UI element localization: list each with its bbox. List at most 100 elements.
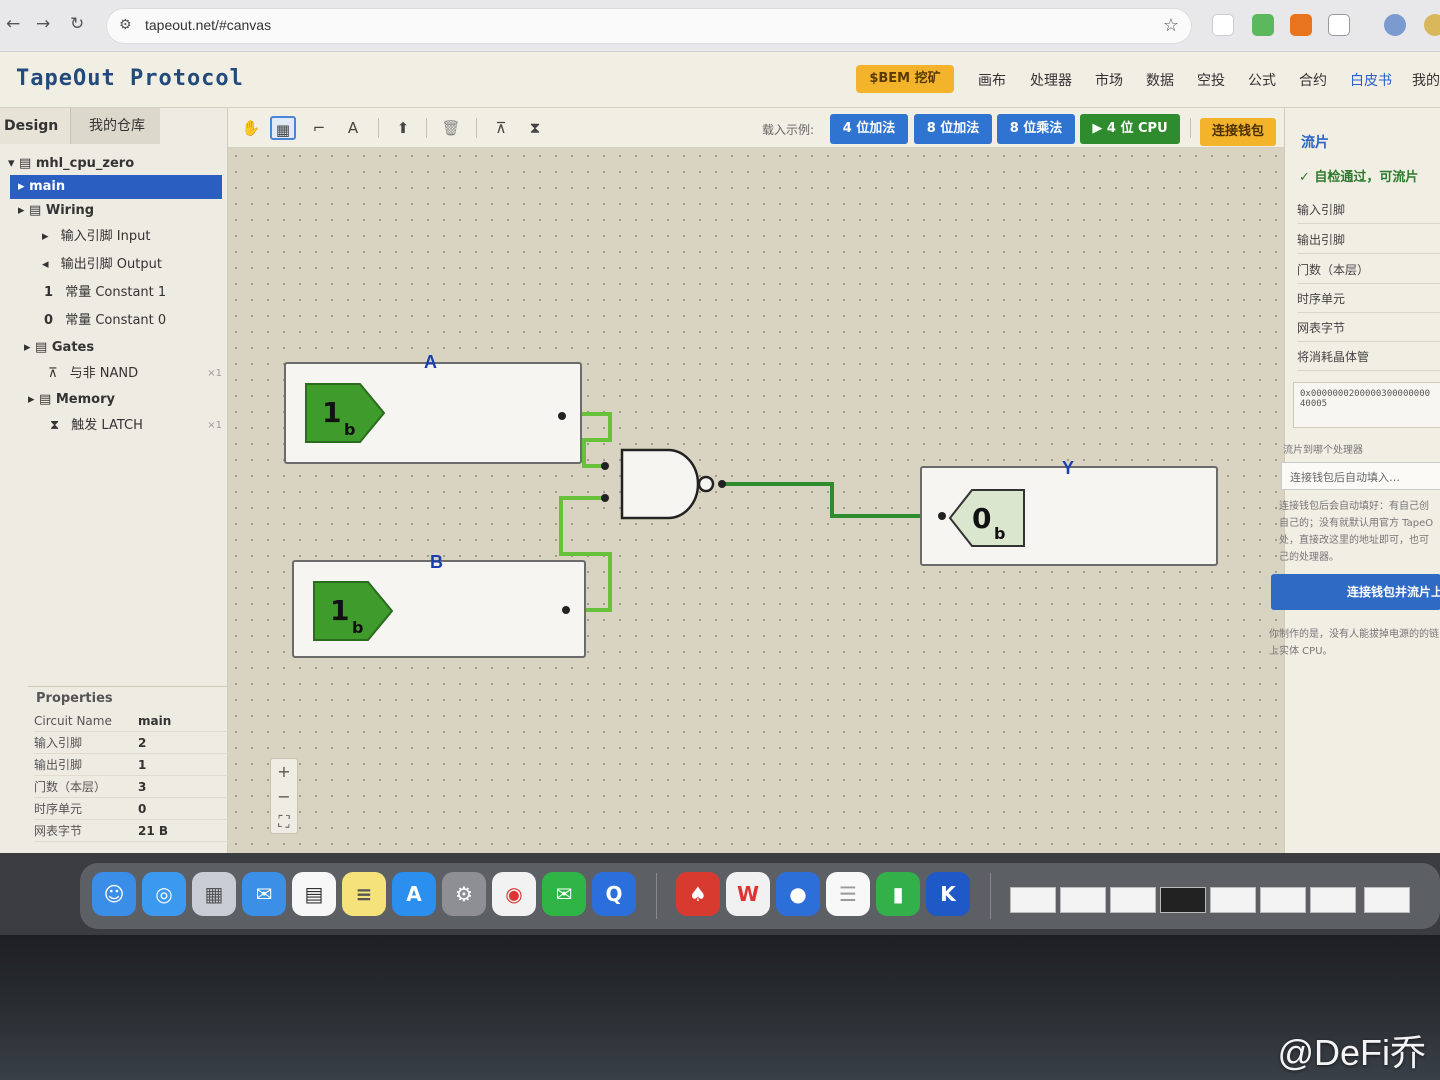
metamask-icon[interactable] — [1290, 14, 1312, 36]
site-settings-icon[interactable]: ⚙ — [119, 17, 132, 33]
qq-browser-icon[interactable]: Q — [592, 872, 636, 916]
nav-mine[interactable]: 我的 — [1412, 70, 1440, 90]
processor-address-input[interactable]: 连接钱包后自动填入… — [1281, 462, 1440, 490]
input-pin-a[interactable]: 1 b — [284, 362, 582, 464]
latch-icon[interactable]: ⧗ — [522, 116, 548, 140]
back-icon[interactable]: ← — [6, 14, 20, 34]
bem-mining-button[interactable]: $BEM 挖矿 — [856, 65, 954, 93]
nand-input-port[interactable] — [601, 494, 609, 502]
dock: ☺ ◎ ▦ ✉ ▤ ≡ A ⚙ ◉ ✉ Q ♠ W ● ☰ ▮ K — [80, 863, 1440, 929]
update-icon[interactable] — [1424, 14, 1440, 36]
nav-processor[interactable]: 处理器 — [1030, 70, 1072, 90]
profile-avatar[interactable] — [1384, 14, 1406, 36]
pin-icon[interactable]: ⬆ — [390, 116, 416, 140]
example-8bit-adder-button[interactable]: 8 位加法 — [914, 114, 992, 144]
window-thumbnail[interactable] — [1310, 887, 1356, 913]
tree-item-latch[interactable]: ⧗ 触发 LATCH ×1 — [0, 414, 228, 438]
window-thumbnail[interactable] — [1010, 887, 1056, 913]
extension-icon[interactable] — [1212, 14, 1234, 36]
tree-item-input[interactable]: ▸ 输入引脚 Input — [0, 225, 228, 249]
extensions-puzzle-icon[interactable] — [1328, 14, 1350, 36]
notes-icon[interactable]: ≡ — [342, 872, 386, 916]
folder-icon: ▸ ▤ — [18, 203, 46, 218]
bookmark-star-icon[interactable]: ☆ — [1163, 15, 1179, 36]
input-port[interactable] — [938, 512, 946, 520]
numbers-icon[interactable]: ▮ — [876, 872, 920, 916]
circuit-canvas[interactable]: 1 b A 1 b B 0 b Y + − ⛶ — [228, 148, 1284, 853]
window-thumbnail[interactable] — [1210, 887, 1256, 913]
bit-subscript: b — [994, 524, 1006, 543]
nav-formula[interactable]: 公式 — [1248, 70, 1276, 90]
stat-row: 时序单元 — [1297, 285, 1440, 313]
tree-item-constant-1[interactable]: 1 常量 Constant 1 — [0, 281, 228, 305]
tab-design[interactable]: Design — [0, 108, 70, 144]
connect-and-tapeout-button[interactable]: 连接钱包并流片上 — [1271, 574, 1440, 610]
tab-my-repo[interactable]: 我的仓库 — [70, 108, 160, 144]
tree-item-constant-0[interactable]: 0 常量 Constant 0 — [0, 309, 228, 333]
window-thumbnail[interactable] — [1260, 887, 1306, 913]
mail-icon[interactable]: ✉ — [242, 872, 286, 916]
calendar-icon[interactable]: ▤ — [292, 872, 336, 916]
system-settings-icon[interactable]: ⚙ — [442, 872, 486, 916]
tree-item-project[interactable]: ▾ ▤ mhl_cpu_zero — [0, 152, 228, 176]
wire-y[interactable] — [722, 482, 920, 518]
nav-airdrop[interactable]: 空投 — [1197, 70, 1225, 90]
output-port[interactable] — [558, 412, 566, 420]
example-8bit-multiplier-button[interactable]: 8 位乘法 — [997, 114, 1075, 144]
app-logo[interactable]: TapeOut Protocol — [16, 66, 244, 91]
finder-icon[interactable]: ☺ — [92, 872, 136, 916]
extension-icon[interactable] — [1252, 14, 1274, 36]
nav-data[interactable]: 数据 — [1146, 70, 1174, 90]
nav-contract[interactable]: 合约 — [1299, 70, 1327, 90]
zoom-in-button[interactable]: + — [271, 759, 297, 784]
app-icon[interactable]: ● — [776, 872, 820, 916]
wire-icon[interactable]: ⌐ — [306, 116, 332, 140]
launchpad-icon[interactable]: ▦ — [192, 872, 236, 916]
app-icon[interactable]: K — [926, 872, 970, 916]
url-bar[interactable]: ⚙ tapeout.net/#canvas ☆ — [106, 8, 1192, 44]
chrome-icon[interactable]: ◉ — [492, 872, 536, 916]
hand-icon[interactable]: ✋ — [238, 116, 264, 140]
tree-item-nand[interactable]: ⊼ 与非 NAND ×1 — [0, 362, 228, 386]
tree-item-output[interactable]: ◂ 输出引脚 Output — [0, 253, 228, 277]
nand-input-port[interactable] — [601, 462, 609, 470]
connect-wallet-button[interactable]: 连接钱包 — [1200, 118, 1276, 146]
tree-group-memory[interactable]: ▸ ▤ Memory — [0, 388, 228, 412]
document-icon[interactable]: ☰ — [826, 872, 870, 916]
input-pin-b[interactable]: 1 b — [292, 560, 586, 658]
app-store-icon[interactable]: A — [392, 872, 436, 916]
window-thumbnail[interactable] — [1364, 887, 1410, 913]
window-thumbnail[interactable] — [1160, 887, 1206, 913]
pin-label-y: Y — [1062, 458, 1075, 478]
trash-icon[interactable]: 🗑 — [438, 116, 464, 140]
select-icon[interactable]: ▦ — [270, 116, 296, 140]
nav-whitepaper[interactable]: 白皮书 — [1350, 70, 1392, 90]
fit-view-button[interactable]: ⛶ — [271, 809, 297, 834]
nav-market[interactable]: 市场 — [1095, 70, 1123, 90]
output-pin-y[interactable]: 0 b — [920, 466, 1218, 566]
tree-group-gates[interactable]: ▸ ▤ Gates — [0, 336, 228, 360]
window-thumbnail[interactable] — [1110, 887, 1156, 913]
safari-icon[interactable]: ◎ — [142, 872, 186, 916]
nand-output-port[interactable] — [718, 480, 726, 488]
game-icon[interactable]: ♠ — [676, 872, 720, 916]
tree-group-wiring[interactable]: ▸ ▤ Wiring — [0, 199, 228, 223]
output-port[interactable] — [562, 606, 570, 614]
zoom-out-button[interactable]: − — [271, 784, 297, 809]
url-text[interactable]: tapeout.net/#canvas — [145, 17, 271, 33]
nand-icon[interactable]: ⊼ — [488, 116, 514, 140]
nand-gate[interactable] — [620, 448, 700, 520]
example-4bit-adder-button[interactable]: 4 位加法 — [830, 114, 908, 144]
nav-canvas[interactable]: 画布 — [978, 70, 1006, 90]
footer-text: 你制作的是，没有人能拔掉电源的的链上实体 CPU。 — [1269, 629, 1439, 657]
wps-icon[interactable]: W — [726, 872, 770, 916]
reload-icon[interactable]: ↻ — [70, 14, 84, 34]
netlist-hash: 0x000000020000030000000040005 — [1293, 382, 1440, 428]
example-4bit-cpu-button[interactable]: ▶ 4 位 CPU — [1080, 114, 1180, 144]
tree-item-main[interactable]: ▸ main — [10, 175, 222, 199]
dock-divider — [656, 873, 657, 919]
forward-icon[interactable]: → — [36, 14, 50, 34]
wechat-icon[interactable]: ✉ — [542, 872, 586, 916]
window-thumbnail[interactable] — [1060, 887, 1106, 913]
text-icon[interactable]: A — [340, 116, 366, 140]
